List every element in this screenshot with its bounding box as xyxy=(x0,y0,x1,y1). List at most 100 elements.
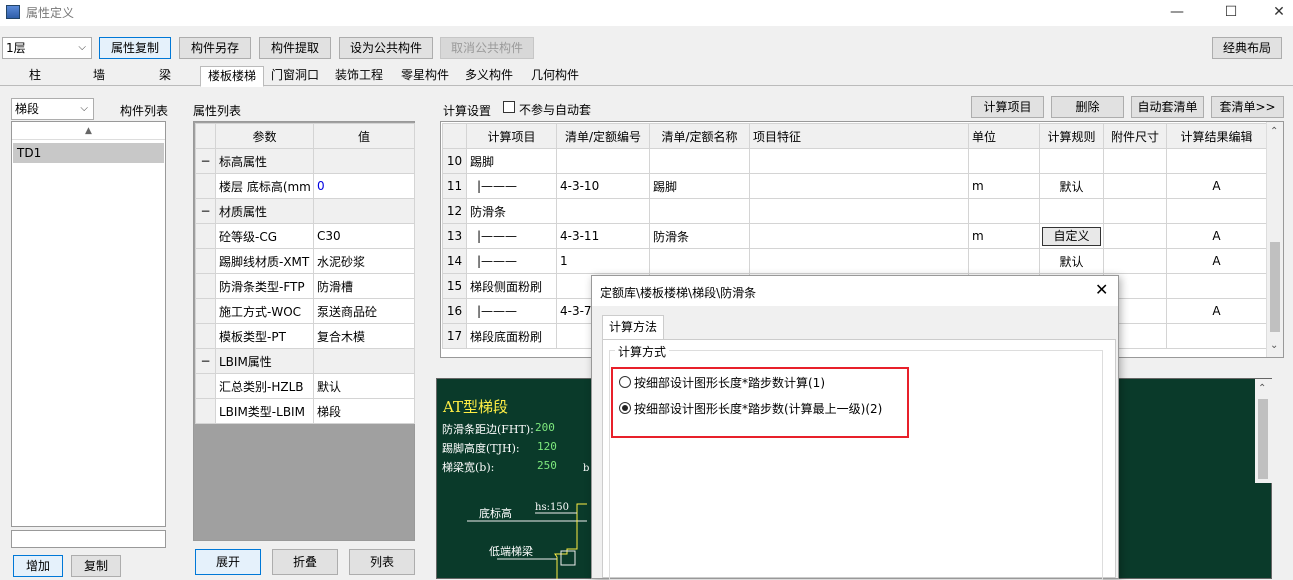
maximize-button[interactable]: ☐ xyxy=(1208,0,1254,26)
table-row[interactable]: 13 |——— 4-3-11 防滑条 m 自定义 A xyxy=(442,223,1267,249)
table-row[interactable]: 12 防滑条 xyxy=(442,198,1267,224)
tab-doors-windows[interactable]: 门窗洞口 xyxy=(266,66,324,86)
attach-cell[interactable] xyxy=(1103,248,1167,274)
code-cell[interactable] xyxy=(556,198,650,224)
title-bar: 属性定义 — ☐ ✕ xyxy=(0,0,1293,26)
option-1-radio[interactable] xyxy=(619,376,631,388)
tab-calc-method[interactable]: 计算方法 xyxy=(602,315,664,340)
tab-geometry[interactable]: 几何构件 xyxy=(526,66,584,86)
rule-cell[interactable]: 默认 xyxy=(1039,248,1104,274)
scroll-up-icon[interactable]: ▲ xyxy=(12,122,165,140)
tab-column[interactable]: 柱 xyxy=(10,66,60,86)
tab-decoration[interactable]: 装饰工程 xyxy=(330,66,388,86)
save-component-as-button[interactable]: 构件另存 xyxy=(179,37,251,59)
feature-cell[interactable] xyxy=(749,248,969,274)
classic-layout-button[interactable]: 经典布局 xyxy=(1212,37,1282,59)
table-row[interactable]: 10 踢脚 xyxy=(442,148,1267,174)
result-cell[interactable]: A xyxy=(1166,298,1267,324)
rule-cell[interactable]: 默认 xyxy=(1039,173,1104,199)
collapse-icon[interactable]: − xyxy=(195,348,216,374)
value-cell[interactable]: 水泥砂浆 xyxy=(313,248,415,274)
table-row[interactable]: LBIM类型-LBIM 梯段 xyxy=(195,398,415,424)
value-cell[interactable]: 默认 xyxy=(313,373,415,399)
result-cell[interactable] xyxy=(1166,198,1267,224)
table-row[interactable]: 汇总类别-HZLB 默认 xyxy=(195,373,415,399)
feature-cell[interactable] xyxy=(749,223,969,249)
scroll-up-icon[interactable]: ⌃ xyxy=(1270,126,1278,137)
tab-beam[interactable]: 梁 xyxy=(140,66,190,86)
list-item[interactable]: TD1 xyxy=(13,143,164,163)
value-cell[interactable]: 防滑槽 xyxy=(313,273,415,299)
result-cell[interactable]: A xyxy=(1166,223,1267,249)
collapse-icon[interactable]: − xyxy=(195,148,216,174)
attach-cell[interactable] xyxy=(1103,173,1167,199)
code-cell[interactable]: 4-3-10 xyxy=(556,173,650,199)
copy-button[interactable]: 复制 xyxy=(71,555,121,577)
scroll-down-icon[interactable]: ⌄ xyxy=(1270,340,1278,351)
scroll-thumb[interactable] xyxy=(1258,399,1268,479)
value-cell[interactable]: 0 xyxy=(313,173,415,199)
table-row[interactable]: 踢脚线材质-XMT 水泥砂浆 xyxy=(195,248,415,274)
value-cell[interactable]: 梯段 xyxy=(313,398,415,424)
feature-cell[interactable] xyxy=(749,198,969,224)
unit-cell xyxy=(968,148,1040,174)
table-row[interactable]: 11 |——— 4-3-10 踢脚 m 默认 A xyxy=(442,173,1267,199)
extract-component-button[interactable]: 构件提取 xyxy=(259,37,331,59)
collapse-icon[interactable]: − xyxy=(195,198,216,224)
delete-button[interactable]: 删除 xyxy=(1051,96,1124,118)
floor-select[interactable]: 1层 ⌵ xyxy=(2,37,92,59)
copy-properties-button[interactable]: 属性复制 xyxy=(99,37,171,59)
rule-cell[interactable] xyxy=(1039,198,1104,224)
result-cell[interactable] xyxy=(1166,148,1267,174)
table-row[interactable]: 防滑条类型-FTP 防滑槽 xyxy=(195,273,415,299)
value-cell[interactable]: 复合木模 xyxy=(313,323,415,349)
table-row[interactable]: 施工方式-WOC 泵送商品砼 xyxy=(195,298,415,324)
tab-slab-stairs[interactable]: 楼板楼梯 xyxy=(200,66,264,87)
feature-cell[interactable] xyxy=(749,173,969,199)
component-type-select[interactable]: 梯段 ⌵ xyxy=(11,98,94,120)
attach-cell[interactable] xyxy=(1103,198,1167,224)
table-row[interactable]: 14 |——— 1 默认 A xyxy=(442,248,1267,274)
feature-cell[interactable] xyxy=(749,148,969,174)
tab-multi[interactable]: 多义构件 xyxy=(460,66,518,86)
close-button[interactable]: ✕ xyxy=(1256,0,1293,26)
table-row[interactable]: 砼等级-CG C30 xyxy=(195,223,415,249)
list-button[interactable]: 列表 xyxy=(349,549,415,575)
expand-button[interactable]: 展开 xyxy=(195,549,261,575)
scroll-up-icon[interactable]: ⌃ xyxy=(1258,383,1266,394)
result-cell[interactable]: A xyxy=(1166,173,1267,199)
tab-wall[interactable]: 墙 xyxy=(74,66,124,86)
dialog-close-icon[interactable]: ✕ xyxy=(1095,280,1108,299)
result-cell[interactable]: A xyxy=(1166,248,1267,274)
scroll-thumb[interactable] xyxy=(1270,242,1280,332)
attach-cell[interactable] xyxy=(1103,148,1167,174)
calc-item-button[interactable]: 计算项目 xyxy=(971,96,1044,118)
value-cell[interactable]: C30 xyxy=(313,223,415,249)
code-cell[interactable]: 4-3-11 xyxy=(556,223,650,249)
add-button[interactable]: 增加 xyxy=(13,555,63,577)
value-cell[interactable]: 泵送商品砼 xyxy=(313,298,415,324)
code-cell[interactable] xyxy=(556,148,650,174)
calc-table-scrollbar[interactable]: ⌃ ⌄ xyxy=(1266,122,1283,357)
table-row[interactable]: 模板类型-PT 复合木模 xyxy=(195,323,415,349)
code-cell[interactable]: 1 xyxy=(556,248,650,274)
apply-bill-button[interactable]: 套清单>> xyxy=(1211,96,1284,118)
custom-rule-button[interactable]: 自定义 xyxy=(1042,226,1101,246)
set-public-component-button[interactable]: 设为公共构件 xyxy=(339,37,433,59)
no-auto-checkbox[interactable] xyxy=(503,101,515,113)
tab-misc[interactable]: 零星构件 xyxy=(396,66,454,86)
collapse-button[interactable]: 折叠 xyxy=(272,549,338,575)
row-marker xyxy=(195,323,216,349)
result-cell[interactable] xyxy=(1166,323,1267,349)
result-cell[interactable] xyxy=(1166,273,1267,299)
minimize-button[interactable]: — xyxy=(1154,0,1200,26)
col-rule: 计算规则 xyxy=(1039,123,1104,149)
auto-bill-button[interactable]: 自动套清单 xyxy=(1131,96,1204,118)
option-2-radio[interactable] xyxy=(619,402,631,414)
attach-cell[interactable] xyxy=(1103,223,1167,249)
rule-cell[interactable] xyxy=(1039,148,1104,174)
drawing-scrollbar[interactable]: ⌃ xyxy=(1255,379,1272,483)
option-1-label[interactable]: 按细部设计图形长度*踏步数计算(1) xyxy=(634,374,825,391)
option-2-label[interactable]: 按细部设计图形长度*踏步数(计算最上一级)(2) xyxy=(634,400,882,417)
table-row[interactable]: 楼层 底标高(mm 0 xyxy=(195,173,415,199)
